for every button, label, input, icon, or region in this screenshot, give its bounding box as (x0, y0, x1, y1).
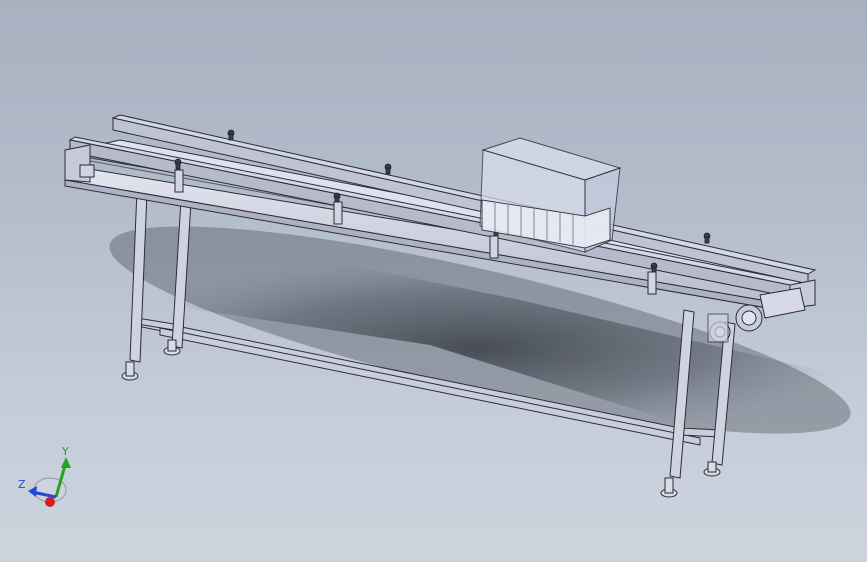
z-axis-label: Z (18, 478, 26, 491)
y-axis-head (61, 457, 71, 468)
x-axis-dot (45, 497, 55, 507)
graphics-viewport[interactable]: Y Z (0, 0, 867, 562)
view-triad[interactable]: Y Z (18, 445, 71, 507)
y-axis-label: Y (61, 445, 69, 458)
conveyor-3d-model[interactable]: Y Z (0, 0, 867, 562)
z-axis-head (28, 486, 37, 497)
